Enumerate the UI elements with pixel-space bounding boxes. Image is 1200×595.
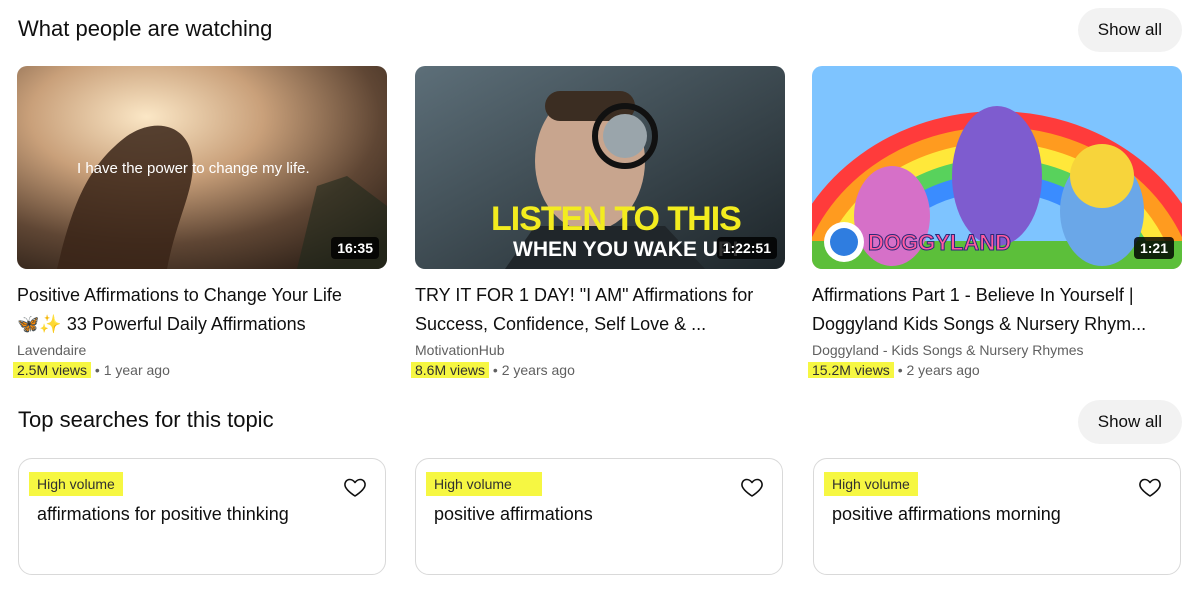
view-count: 2.5M views	[13, 362, 92, 378]
search-query[interactable]: positive affirmations morning	[832, 504, 1061, 525]
video-thumbnail[interactable]: I have the power to change my life. 16:3…	[17, 66, 387, 269]
volume-badge: High volume	[426, 472, 542, 496]
section-title-searches: Top searches for this topic	[18, 407, 274, 432]
upload-age: 2 years ago	[906, 362, 980, 378]
thumbnail-subheadline: WHEN YOU WAKE UP!	[513, 238, 739, 261]
video-title-line: Positive Affirmations to Change Your Lif…	[17, 285, 342, 305]
search-card[interactable]: High volume positive affirmations mornin…	[813, 458, 1181, 575]
video-card[interactable]: LISTEN TO THIS WHEN YOU WAKE UP! 1:22:51…	[411, 66, 785, 381]
view-count: 8.6M views	[411, 362, 490, 378]
thumbnail-caption: I have the power to change my life.	[77, 160, 310, 177]
video-duration: 16:35	[331, 237, 379, 259]
video-title-line: Success, Confidence, Self Love & ...	[415, 314, 707, 334]
video-meta: 15.2M views • 2 years ago	[808, 359, 1182, 381]
video-thumbnail[interactable]: LISTEN TO THIS WHEN YOU WAKE UP! 1:22:51	[415, 66, 785, 269]
upload-age: 1 year ago	[103, 362, 170, 378]
video-title[interactable]: Positive Affirmations to Change Your Lif…	[17, 281, 377, 339]
search-card[interactable]: High volume positive affirmations	[415, 458, 783, 575]
video-title-line: TRY IT FOR 1 DAY! "I AM" Affirmations fo…	[415, 285, 754, 305]
video-meta: 2.5M views • 1 year ago	[13, 359, 387, 381]
video-title[interactable]: TRY IT FOR 1 DAY! "I AM" Affirmations fo…	[415, 281, 775, 339]
video-title-line: 🦋✨ 33 Powerful Daily Affirmations	[17, 314, 306, 334]
search-query[interactable]: positive affirmations	[434, 504, 593, 525]
heart-icon[interactable]	[343, 475, 367, 499]
show-all-watching-button[interactable]: Show all	[1077, 8, 1182, 52]
channel-name[interactable]: MotivationHub	[415, 341, 785, 359]
volume-badge: High volume	[824, 472, 918, 496]
heart-icon[interactable]	[740, 475, 764, 499]
volume-badge: High volume	[29, 472, 123, 496]
video-title[interactable]: Affirmations Part 1 - Believe In Yoursel…	[812, 281, 1172, 339]
upload-age: 2 years ago	[501, 362, 575, 378]
video-meta: 8.6M views • 2 years ago	[411, 359, 785, 381]
heart-icon[interactable]	[1138, 475, 1162, 499]
search-card[interactable]: High volume affirmations for positive th…	[18, 458, 386, 575]
video-thumbnail[interactable]: DOGGYLAND 1:21	[812, 66, 1182, 269]
video-title-line: Doggyland Kids Songs & Nursery Rhym...	[812, 314, 1147, 334]
video-card[interactable]: DOGGYLAND 1:21 Affirmations Part 1 - Bel…	[808, 66, 1182, 381]
show-all-searches-button[interactable]: Show all	[1077, 400, 1182, 444]
video-duration: 1:21	[1133, 237, 1174, 259]
video-title-line: Affirmations Part 1 - Believe In Yoursel…	[812, 285, 1134, 305]
channel-name[interactable]: Doggyland - Kids Songs & Nursery Rhymes	[812, 341, 1182, 359]
video-card[interactable]: I have the power to change my life. 16:3…	[13, 66, 387, 381]
video-duration: 1:22:51	[716, 237, 777, 259]
thumbnail-logo-text: DOGGYLAND	[868, 230, 1012, 256]
section-title-watching: What people are watching	[18, 16, 273, 41]
thumbnail-headline: LISTEN TO THIS	[491, 200, 742, 238]
view-count: 15.2M views	[808, 362, 894, 378]
search-query[interactable]: affirmations for positive thinking	[37, 504, 289, 525]
channel-name[interactable]: Lavendaire	[17, 341, 387, 359]
